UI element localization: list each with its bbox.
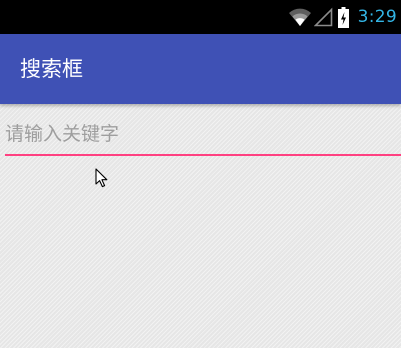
search-input[interactable]	[5, 118, 401, 156]
wifi-icon	[288, 8, 311, 26]
status-icons: 3:29	[288, 6, 397, 28]
mouse-pointer-icon	[95, 168, 108, 188]
app-bar: 搜索框	[0, 34, 401, 104]
signal-icon	[313, 7, 332, 27]
app-title: 搜索框	[20, 57, 83, 81]
status-clock: 3:29	[357, 7, 397, 27]
search-field[interactable]	[5, 118, 401, 158]
battery-charging-icon	[337, 6, 349, 28]
status-bar: 3:29	[0, 0, 401, 34]
